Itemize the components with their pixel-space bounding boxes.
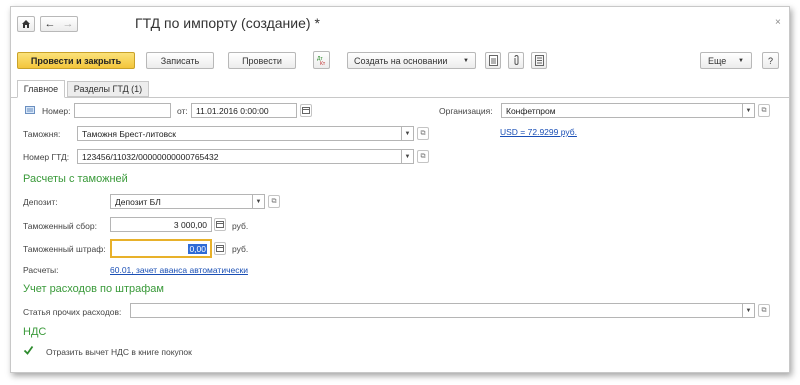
chevron-down-icon: ▼ bbox=[463, 57, 469, 64]
organization-dropdown-button[interactable]: ▼ bbox=[742, 103, 755, 118]
window-title: ГТД по импорту (создание) * bbox=[135, 15, 320, 31]
print-button[interactable] bbox=[485, 52, 501, 69]
other-expenses-dropdown-button[interactable]: ▼ bbox=[742, 303, 755, 318]
tab-gtd-sections-label: Разделы ГТД (1) bbox=[73, 84, 143, 94]
structure-button[interactable] bbox=[531, 52, 547, 69]
chevron-down-icon: ▼ bbox=[738, 57, 744, 64]
customs-fine-value: 0,00 bbox=[188, 243, 207, 254]
back-arrow-icon[interactable]: ← bbox=[45, 18, 56, 30]
customs-label: Таможня: bbox=[23, 129, 61, 139]
calculations-link[interactable]: 60.01, зачет аванса автоматически bbox=[110, 265, 248, 275]
home-icon bbox=[22, 20, 30, 28]
calendar-icon bbox=[302, 107, 310, 114]
deposit-label: Депозит: bbox=[23, 197, 58, 207]
tabs-baseline bbox=[11, 97, 789, 98]
date-label: от: bbox=[177, 106, 188, 116]
tab-main-label: Главное bbox=[23, 84, 59, 94]
customs-fee-field[interactable]: 3 000,00 bbox=[110, 217, 212, 232]
checkmark-icon bbox=[23, 345, 34, 355]
forward-arrow-icon[interactable]: → bbox=[63, 18, 74, 30]
deposit-dropdown-button[interactable]: ▼ bbox=[252, 194, 265, 209]
chevron-down-icon: ▼ bbox=[745, 107, 752, 114]
organization-field[interactable]: Конфетпром bbox=[501, 103, 743, 118]
deposit-field[interactable]: Депозит БЛ bbox=[110, 194, 253, 209]
chevron-down-icon: ▼ bbox=[404, 153, 411, 160]
calculator-icon bbox=[216, 221, 224, 228]
number-label: Номер: bbox=[42, 106, 71, 116]
create-based-label: Создать на основании bbox=[354, 55, 448, 66]
organization-label: Организация: bbox=[439, 106, 493, 116]
other-expenses-open-button[interactable]: ⧉ bbox=[758, 304, 770, 317]
customs-fine-field[interactable]: 0,00 bbox=[110, 239, 212, 258]
other-expenses-label: Статья прочих расходов: bbox=[23, 307, 122, 317]
svg-text:Кт: Кт bbox=[320, 61, 326, 66]
vat-heading: НДС bbox=[23, 326, 47, 338]
save-button[interactable]: Записать bbox=[146, 52, 214, 69]
customs-dropdown-button[interactable]: ▼ bbox=[401, 126, 414, 141]
gtd-number-open-button[interactable]: ⧉ bbox=[417, 150, 429, 163]
customs-fee-label: Таможенный сбор: bbox=[23, 221, 97, 231]
other-expenses-field[interactable] bbox=[130, 303, 744, 318]
attachments-button[interactable] bbox=[508, 52, 524, 69]
post-button[interactable]: Провести bbox=[228, 52, 296, 69]
customs-fee-unit: руб. bbox=[232, 221, 249, 231]
create-based-button[interactable]: Создать на основании ▼ bbox=[347, 52, 476, 69]
open-icon: ⧉ bbox=[420, 152, 426, 160]
vat-checkbox-label[interactable]: Отразить вычет НДС в книге покупок bbox=[46, 347, 192, 357]
chevron-down-icon: ▼ bbox=[745, 307, 752, 314]
help-button[interactable]: ? bbox=[762, 52, 779, 69]
more-button[interactable]: Еще ▼ bbox=[700, 52, 752, 69]
date-field[interactable]: 11.01.2016 0:00:00 bbox=[191, 103, 297, 118]
customs-open-button[interactable]: ⧉ bbox=[417, 127, 429, 140]
more-label: Еще bbox=[708, 55, 727, 66]
deposit-open-button[interactable]: ⧉ bbox=[268, 195, 280, 208]
tab-main[interactable]: Главное bbox=[17, 80, 65, 98]
open-icon: ⧉ bbox=[271, 197, 277, 205]
chevron-down-icon: ▼ bbox=[255, 198, 262, 205]
post-and-close-button[interactable]: Провести и закрыть bbox=[17, 52, 135, 69]
settlements-heading: Расчеты с таможней bbox=[23, 173, 128, 185]
home-button[interactable] bbox=[17, 16, 35, 32]
customs-fee-calculator-button[interactable] bbox=[214, 218, 226, 231]
chevron-down-icon: ▼ bbox=[404, 130, 411, 137]
customs-fine-label: Таможенный штраф: bbox=[23, 244, 106, 254]
dt-kt-report-button[interactable]: Дт Кт bbox=[313, 51, 330, 69]
organization-open-button[interactable]: ⧉ bbox=[758, 104, 770, 117]
tab-gtd-sections[interactable]: Разделы ГТД (1) bbox=[67, 81, 149, 97]
gtd-number-field[interactable]: 123456/11032/00000000000765432 bbox=[77, 149, 402, 164]
nav-group: ← → bbox=[40, 16, 78, 32]
open-icon: ⧉ bbox=[420, 129, 426, 137]
number-icon bbox=[25, 106, 35, 116]
list-icon bbox=[534, 55, 544, 66]
dt-kt-icon: ДтКт bbox=[317, 56, 326, 66]
calculations-label: Расчеты: bbox=[23, 265, 59, 275]
gtd-number-dropdown-button[interactable]: ▼ bbox=[401, 149, 414, 164]
number-field[interactable] bbox=[74, 103, 171, 118]
vat-checkbox[interactable] bbox=[23, 345, 34, 356]
document-icon bbox=[488, 55, 498, 66]
document-window: ← → ГТД по импорту (создание) * × Провес… bbox=[10, 6, 790, 373]
customs-field[interactable]: Таможня Брест-литовск bbox=[77, 126, 402, 141]
customs-fine-calculator-button[interactable] bbox=[214, 242, 226, 255]
paperclip-icon bbox=[514, 55, 518, 65]
open-icon: ⧉ bbox=[761, 106, 767, 114]
calendar-button[interactable] bbox=[300, 104, 312, 117]
gtd-number-label: Номер ГТД: bbox=[23, 152, 70, 162]
open-icon: ⧉ bbox=[761, 306, 767, 314]
calculator-icon bbox=[216, 245, 224, 252]
close-icon[interactable]: × bbox=[775, 17, 781, 28]
customs-fine-unit: руб. bbox=[232, 244, 249, 254]
fines-heading: Учет расходов по штрафам bbox=[23, 283, 164, 295]
exchange-rate-link[interactable]: USD = 72.9299 руб. bbox=[500, 127, 577, 137]
